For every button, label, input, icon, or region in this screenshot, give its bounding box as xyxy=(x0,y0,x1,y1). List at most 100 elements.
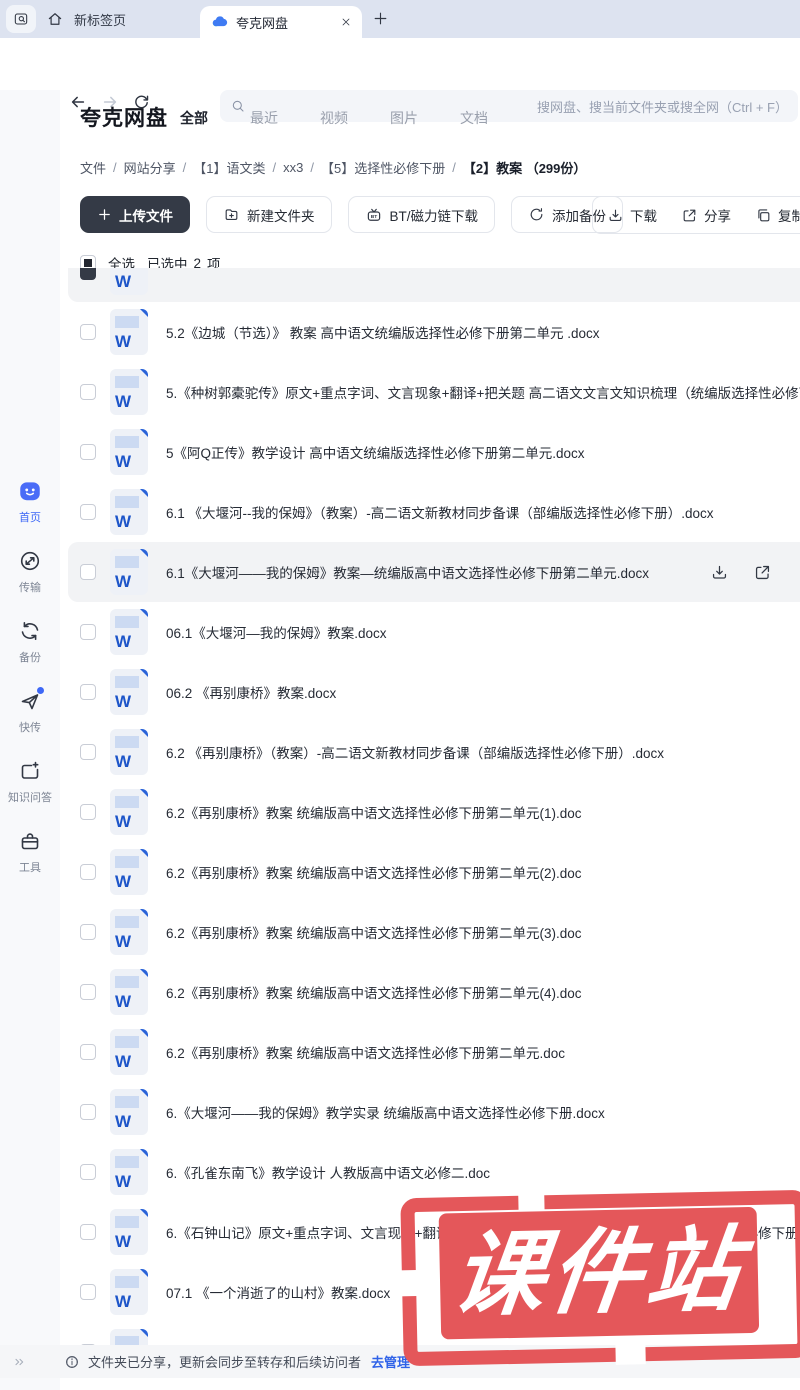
row-checkbox[interactable] xyxy=(80,624,96,640)
plus-icon xyxy=(97,207,112,222)
sidebar-item-backup[interactable]: 备份 xyxy=(0,618,60,665)
table-row[interactable]: W 06.2 《再别康桥》教案.docx xyxy=(68,662,800,722)
breadcrumb-separator: / xyxy=(310,160,314,175)
tab-doc[interactable]: 文档 xyxy=(460,108,488,128)
download-label: 下载 xyxy=(630,205,657,225)
upload-button[interactable]: 上传文件 xyxy=(80,196,190,233)
table-row[interactable]: W 6.2《再别康桥》教案 统编版高中语文选择性必修下册第二单元.doc xyxy=(68,1022,800,1082)
row-checkbox[interactable] xyxy=(80,1104,96,1120)
row-checkbox[interactable] xyxy=(80,1224,96,1240)
new-tab-page-label[interactable]: 新标签页 xyxy=(74,0,126,38)
bt-magnet-label: BT/磁力链下载 xyxy=(390,205,479,225)
row-checkbox[interactable] xyxy=(80,684,96,700)
copy-button[interactable]: 复制 xyxy=(755,205,800,225)
row-checkbox[interactable] xyxy=(80,744,96,760)
row-checkbox[interactable] xyxy=(80,1284,96,1300)
file-name: 5.2《边城（节选）》 教案 高中语文统编版选择性必修下册第二单元 .docx xyxy=(166,322,800,342)
bt-magnet-download-button[interactable]: BT BT/磁力链下载 xyxy=(348,196,496,233)
table-row[interactable]: W 6.1《大堰河——我的保姆》教案—统编版高中语文选择性必修下册第二单元.do… xyxy=(68,542,800,602)
word-file-icon: W xyxy=(110,1029,148,1075)
row-checkbox[interactable] xyxy=(80,324,96,340)
sidebar-item-tools[interactable]: 工具 xyxy=(0,828,60,875)
table-row[interactable]: W 6.《大堰河——我的保姆》教学实录 统编版高中语文选择性必修下册.docx xyxy=(68,1082,800,1142)
home-tab-button[interactable] xyxy=(46,10,64,28)
breadcrumb-item[interactable]: 【1】语文类 xyxy=(193,158,265,177)
share-button[interactable]: 分享 xyxy=(681,205,731,225)
table-row[interactable]: W 6.2《再别康桥》教案 统编版高中语文选择性必修下册第二单元(1).doc xyxy=(68,782,800,842)
watermark-text: 课件站 xyxy=(448,1224,750,1322)
share-icon xyxy=(681,207,698,224)
word-file-icon: W xyxy=(110,489,148,535)
table-row[interactable]: W 5.《种树郭橐驼传》原文+重点字词、文言现象+翻译+把关题 高二语文文言文知… xyxy=(68,362,800,422)
new-folder-button[interactable]: 新建文件夹 xyxy=(206,196,332,233)
tab-all[interactable]: 全部 xyxy=(180,108,208,128)
table-row[interactable]: W 6.2 《再别康桥》（教案）-高二语文新教材同步备课（部编版选择性必修下册）… xyxy=(68,722,800,782)
table-row[interactable]: W 6.2《再别康桥》教案 统编版高中语文选择性必修下册第二单元(2).doc xyxy=(68,842,800,902)
tab-recent[interactable]: 最近 xyxy=(250,108,278,128)
new-tab-button[interactable] xyxy=(372,10,389,27)
row-checkbox[interactable] xyxy=(80,444,96,460)
sidebar-item-transfer[interactable]: 传输 xyxy=(0,548,60,595)
table-row[interactable]: W 5《阿Q正传》教学设计 高中语文统编版选择性必修下册第二单元.docx xyxy=(68,422,800,482)
backup-sync-icon xyxy=(17,618,43,644)
row-checkbox[interactable] xyxy=(80,384,96,400)
table-row[interactable]: W 6.1 《大堰河--我的保姆》（教案）-高二语文新教材同步备课（部编版选择性… xyxy=(68,482,800,542)
row-download-button[interactable] xyxy=(710,563,729,582)
file-name: 6.2《再别康桥》教案 统编版高中语文选择性必修下册第二单元(2).doc xyxy=(166,862,800,882)
table-row[interactable]: W 06.1《大堰河—我的保姆》教案.docx xyxy=(68,602,800,662)
plus-icon xyxy=(372,10,389,27)
download-button[interactable]: 下载 xyxy=(607,205,657,225)
sidebar-item-home[interactable]: 首页 xyxy=(0,478,60,525)
table-row[interactable]: W 6.2《再别康桥》教案 统编版高中语文选择性必修下册第二单元(3).doc xyxy=(68,902,800,962)
new-folder-label: 新建文件夹 xyxy=(247,205,315,225)
table-row[interactable]: W xyxy=(68,268,800,302)
row-actions xyxy=(710,563,800,582)
toolbar: 上传文件 新建文件夹 BT BT/磁力链下载 添加备份 xyxy=(80,196,623,233)
sidebar-item-quick-send[interactable]: 快传 xyxy=(0,688,60,735)
row-checkbox[interactable] xyxy=(80,564,96,580)
breadcrumb-separator: / xyxy=(273,160,277,175)
row-open-button[interactable] xyxy=(753,563,772,582)
word-file-icon: W xyxy=(110,429,148,475)
file-name: 6.《大堰河——我的保姆》教学实录 统编版高中语文选择性必修下册.docx xyxy=(166,1102,800,1122)
backup-circle-icon xyxy=(528,206,545,223)
breadcrumb-item[interactable]: 网站分享 xyxy=(124,158,176,177)
row-checkbox[interactable] xyxy=(80,804,96,820)
word-file-icon: W xyxy=(110,849,148,895)
file-name: 6.1《大堰河——我的保姆》教案—统编版高中语文选择性必修下册第二单元.docx xyxy=(166,562,710,582)
tab-title: 夸克网盘 xyxy=(236,13,340,32)
tab-image[interactable]: 图片 xyxy=(390,108,418,128)
row-checkbox[interactable] xyxy=(80,984,96,1000)
row-checkbox[interactable] xyxy=(80,1164,96,1180)
row-checkbox[interactable] xyxy=(80,924,96,940)
breadcrumb-item[interactable]: 文件 xyxy=(80,158,106,177)
tab-video[interactable]: 视频 xyxy=(320,108,348,128)
row-checkbox[interactable] xyxy=(80,268,96,280)
home-icon xyxy=(46,10,64,28)
breadcrumb: 文件/ 网站分享/ 【1】语文类/ xx3/ 【5】选择性必修下册/ 【2】教案… xyxy=(80,158,586,177)
file-name: 6.2《再别康桥》教案 统编版高中语文选择性必修下册第二单元(3).doc xyxy=(166,922,800,942)
page-title: 夸克网盘 xyxy=(80,102,168,132)
breadcrumb-item[interactable]: xx3 xyxy=(283,160,303,175)
close-tab-icon[interactable] xyxy=(340,16,352,28)
info-icon xyxy=(64,1354,80,1370)
active-tab[interactable]: 夸克网盘 xyxy=(200,6,362,38)
download-icon xyxy=(607,207,624,224)
stamp-fill: 课件站 xyxy=(439,1207,760,1340)
row-checkbox[interactable] xyxy=(80,864,96,880)
copy-icon xyxy=(755,207,772,224)
sidebar-item-knowledge-qa[interactable]: 知识问答 xyxy=(0,758,60,805)
file-name: 6.《孔雀东南飞》教学设计 人教版高中语文必修二.doc xyxy=(166,1162,800,1182)
breadcrumb-item[interactable]: 【5】选择性必修下册 xyxy=(321,158,445,177)
collapse-sidebar-button[interactable] xyxy=(12,1354,28,1370)
tab-search-button[interactable] xyxy=(6,5,36,33)
row-checkbox[interactable] xyxy=(80,504,96,520)
browser-tab-strip: 新标签页 夸克网盘 xyxy=(0,0,800,38)
file-name: 6.2 《再别康桥》（教案）-高二语文新教材同步备课（部编版选择性必修下册）.d… xyxy=(166,742,800,762)
row-checkbox[interactable] xyxy=(80,1044,96,1060)
table-row[interactable]: W 6.2《再别康桥》教案 统编版高中语文选择性必修下册第二单元(4).doc xyxy=(68,962,800,1022)
word-file-icon: W xyxy=(110,1269,148,1315)
table-row[interactable]: W 5.2《边城（节选）》 教案 高中语文统编版选择性必修下册第二单元 .doc… xyxy=(68,302,800,362)
sidebar: 首页 传输 备份 xyxy=(0,90,60,1390)
selection-actions-group: 下载 分享 复制 xyxy=(592,196,800,234)
